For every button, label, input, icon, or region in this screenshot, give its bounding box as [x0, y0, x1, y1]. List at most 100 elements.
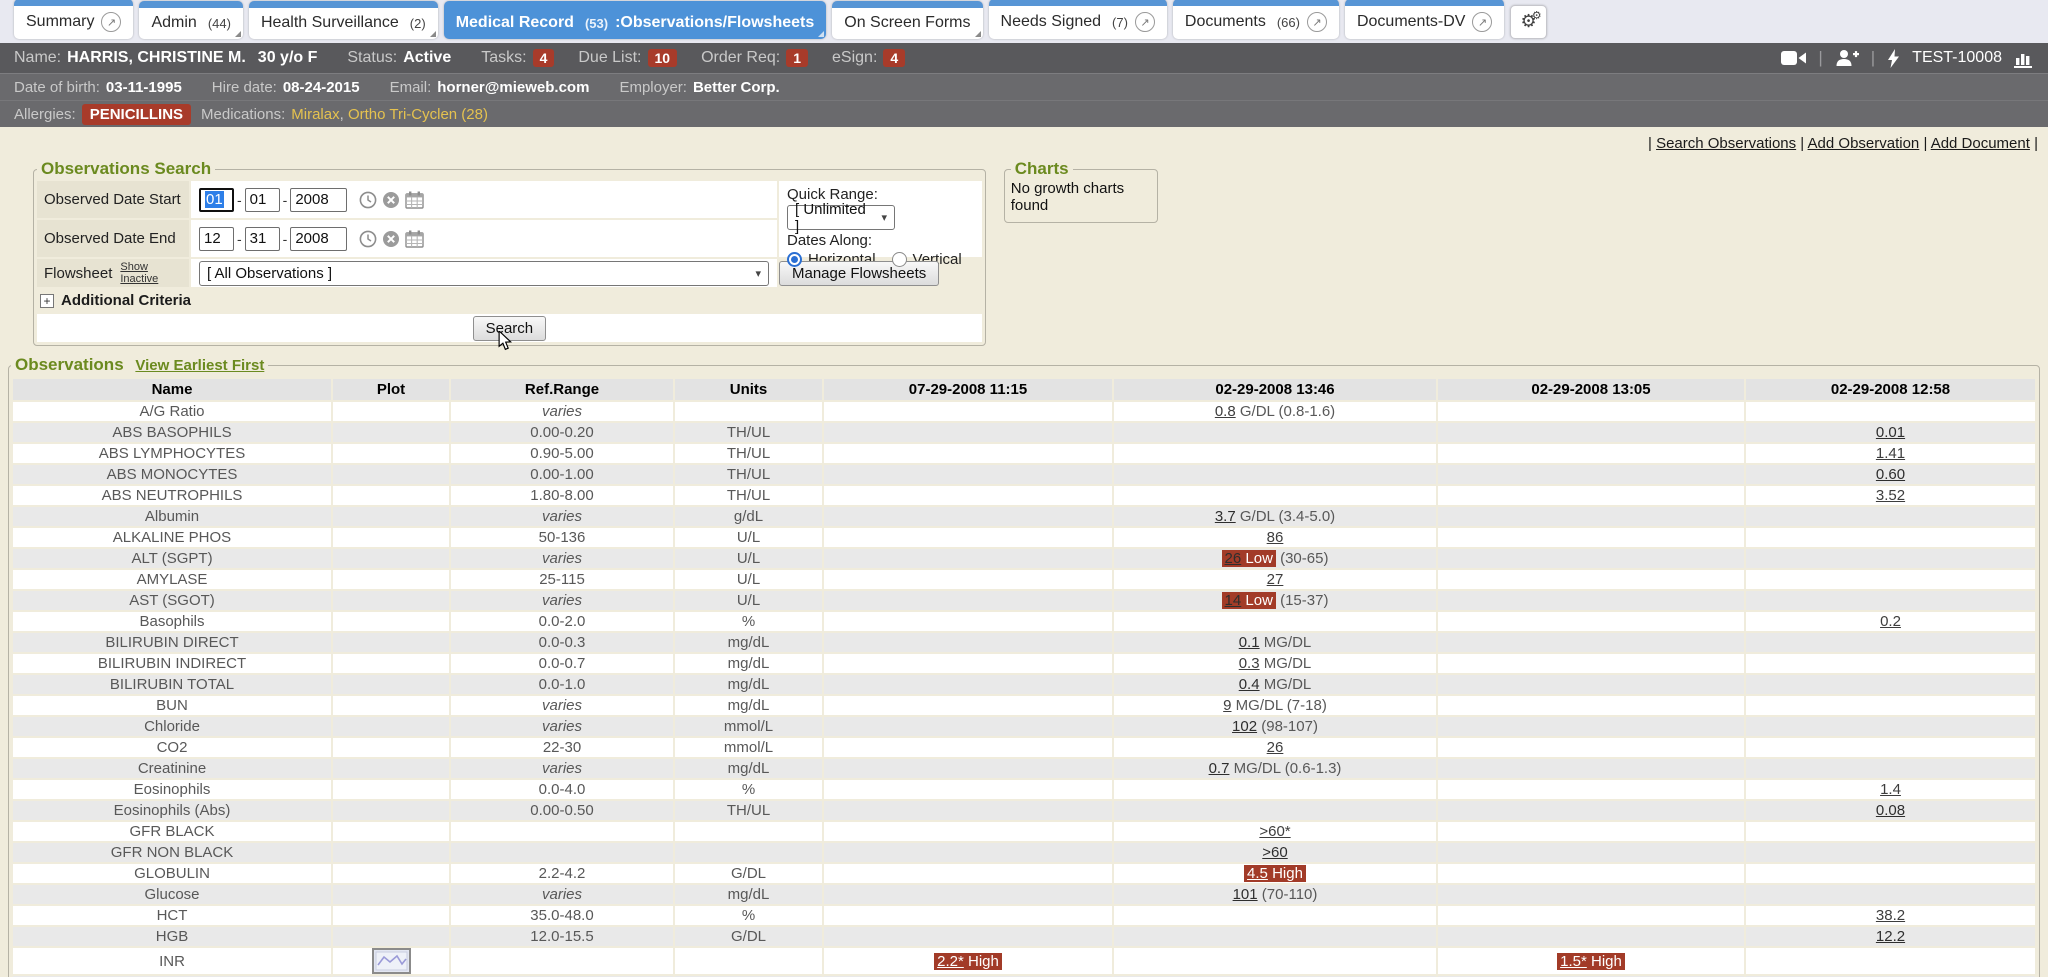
obs-value-link[interactable]: 26: [1267, 739, 1284, 756]
open-in-new-icon[interactable]: ↗: [101, 12, 121, 32]
obs-value-cell: [1438, 864, 1744, 883]
obs-value-link[interactable]: 2.2*: [937, 953, 964, 970]
obs-value-link[interactable]: 0.08: [1876, 802, 1905, 819]
lightning-icon[interactable]: [1887, 49, 1900, 68]
tab-health-surveillance[interactable]: Health Surveillance(2): [249, 1, 438, 39]
quick-range-select[interactable]: [ Unlimited ]▾: [787, 205, 895, 230]
tab-needs-signed[interactable]: Needs Signed(7)↗: [989, 0, 1167, 39]
obs-value-link[interactable]: 38.2: [1876, 907, 1905, 924]
obs-value-link[interactable]: 4.5: [1247, 865, 1268, 882]
obs-value-link[interactable]: 0.01: [1876, 424, 1905, 441]
obs-value-link[interactable]: 1.4: [1880, 781, 1901, 798]
end-year-input[interactable]: 2008: [290, 227, 347, 251]
obs-ref-range: 12.0-15.5: [451, 927, 673, 946]
obs-value-link[interactable]: 14: [1225, 592, 1242, 609]
order-req-badge[interactable]: 1: [786, 49, 808, 67]
obs-plot-cell: [333, 822, 449, 841]
obs-value-link[interactable]: 0.7: [1209, 760, 1230, 777]
tasks-badge[interactable]: 4: [533, 49, 555, 67]
obs-value-cell: [1438, 444, 1744, 463]
obs-value-link[interactable]: 3.7: [1215, 508, 1236, 525]
obs-value-cell: [824, 780, 1112, 799]
end-month-input[interactable]: 12: [199, 227, 234, 251]
obs-value-suffix: (30-65): [1276, 550, 1329, 567]
clear-date-icon[interactable]: [382, 191, 400, 209]
esign-badge[interactable]: 4: [883, 49, 905, 67]
open-in-new-icon[interactable]: ↗: [1472, 12, 1492, 32]
add-user-icon[interactable]: [1835, 49, 1859, 67]
obs-value-cell: [1438, 402, 1744, 421]
radio-horizontal[interactable]: [787, 252, 802, 267]
view-earliest-first-link[interactable]: View Earliest First: [135, 357, 264, 374]
radio-vertical[interactable]: [892, 252, 907, 267]
quick-link-add-document[interactable]: Add Document: [1931, 135, 2030, 152]
open-in-new-icon[interactable]: ↗: [1307, 12, 1327, 32]
obs-units: mg/dL: [675, 759, 822, 778]
obs-value-link[interactable]: 3.52: [1876, 487, 1905, 504]
obs-value-cell: 101 (70-110): [1114, 885, 1436, 904]
obs-value-link[interactable]: >60*: [1259, 823, 1290, 840]
start-year-input[interactable]: 2008: [290, 188, 347, 212]
tab-admin[interactable]: Admin(44): [139, 1, 242, 39]
obs-value-cell: [1746, 507, 2035, 526]
obs-value-link[interactable]: 0.4: [1239, 676, 1260, 693]
quick-link-search-observations[interactable]: Search Observations: [1656, 135, 1796, 152]
end-day-input[interactable]: 31: [245, 227, 280, 251]
search-button[interactable]: Search: [473, 316, 547, 341]
tab-medical-record[interactable]: Medical Record(53):Observations/Flowshee…: [444, 1, 827, 39]
start-month-input[interactable]: 01: [199, 188, 234, 212]
table-row: HGB12.0-15.5G/DL12.2: [13, 927, 2035, 946]
obs-value-link[interactable]: 0.2: [1880, 613, 1901, 630]
due-list-badge[interactable]: 10: [648, 49, 678, 67]
video-call-icon[interactable]: [1781, 50, 1806, 66]
obs-value-link[interactable]: 0.3: [1239, 655, 1260, 672]
table-row: GFR BLACK>60*: [13, 822, 2035, 841]
tab-on-screen-forms[interactable]: On Screen Forms: [832, 1, 982, 39]
table-row: GLOBULIN2.2-4.2G/DL4.5 High: [13, 864, 2035, 883]
flowsheet-select[interactable]: [ All Observations ]▾: [199, 261, 769, 286]
calendar-icon[interactable]: [405, 191, 424, 209]
clock-icon[interactable]: [359, 230, 377, 248]
obs-value-link[interactable]: 0.60: [1876, 466, 1905, 483]
obs-value-link[interactable]: 26: [1225, 550, 1242, 567]
obs-plot-cell: [333, 528, 449, 547]
start-day-input[interactable]: 01: [245, 188, 280, 212]
clear-date-icon[interactable]: [382, 230, 400, 248]
obs-value-link[interactable]: 0.1: [1239, 634, 1260, 651]
obs-value-link[interactable]: 27: [1267, 571, 1284, 588]
tab-documents[interactable]: Documents(66)↗: [1173, 0, 1339, 39]
obs-value-link[interactable]: 102: [1232, 718, 1257, 735]
settings-tab[interactable]: ⚙⚙: [1510, 5, 1546, 39]
manage-flowsheets-button[interactable]: Manage Flowsheets: [779, 261, 939, 286]
date-start-label: Observed Date Start: [37, 181, 189, 218]
obs-value-cell: [824, 633, 1112, 652]
calendar-icon[interactable]: [405, 230, 424, 248]
obs-value-link[interactable]: 1.41: [1876, 445, 1905, 462]
quick-range-panel: Quick Range: [ Unlimited ]▾ Dates Along:…: [779, 181, 982, 257]
clock-icon[interactable]: [359, 191, 377, 209]
obs-value-link[interactable]: 0.8: [1215, 403, 1236, 420]
tab-summary[interactable]: Summary↗: [14, 0, 133, 39]
obs-value-link[interactable]: 9: [1223, 697, 1231, 714]
growth-chart-icon[interactable]: [2014, 49, 2034, 68]
obs-value-link[interactable]: 1.5*: [1560, 953, 1587, 970]
plot-sparkline-icon[interactable]: [372, 948, 411, 974]
obs-value-link[interactable]: 101: [1233, 886, 1258, 903]
obs-plot-cell: [333, 906, 449, 925]
tab-count: (53): [585, 16, 608, 31]
show-inactive-link[interactable]: Show Inactive: [120, 261, 182, 285]
medication-link[interactable]: Ortho Tri-Cyclen (28): [348, 106, 488, 123]
obs-value-link[interactable]: >60: [1262, 844, 1287, 861]
allergy-badge[interactable]: PENICILLINS: [82, 104, 191, 125]
open-in-new-icon[interactable]: ↗: [1135, 12, 1155, 32]
obs-value-link[interactable]: 12.2: [1876, 928, 1905, 945]
tab-documents-dv[interactable]: Documents-DV↗: [1345, 0, 1504, 39]
expand-plus-icon[interactable]: +: [40, 294, 54, 308]
obs-value-cell: [824, 801, 1112, 820]
obs-name: GLOBULIN: [13, 864, 331, 883]
quick-link-add-observation[interactable]: Add Observation: [1808, 135, 1920, 152]
dates-along-label: Dates Along:: [787, 232, 974, 249]
obs-value-link[interactable]: 86: [1267, 529, 1284, 546]
obs-units: G/DL: [675, 864, 822, 883]
medication-link[interactable]: Miralax: [291, 106, 339, 123]
